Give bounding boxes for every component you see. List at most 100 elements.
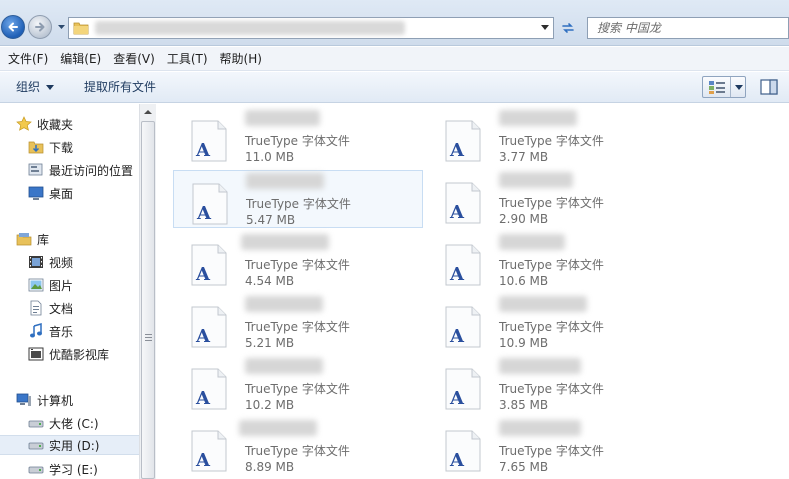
command-toolbar: 组织 提取所有文件 [0, 72, 789, 103]
file-size: 5.47 MB [246, 213, 296, 227]
recent-pages-dropdown-icon[interactable] [57, 22, 66, 31]
file-tile[interactable]: A TrueType 字体文件 10.6 MB [427, 232, 677, 290]
menu-file[interactable]: 文件(F) [2, 48, 54, 70]
truetype-font-file-icon: A [192, 183, 228, 225]
refresh-button[interactable] [557, 17, 579, 39]
file-tile[interactable]: A TrueType 字体文件 3.77 MB [427, 108, 677, 166]
file-name-redacted [239, 420, 317, 436]
sidebar-item-drive-d[interactable]: 实用 (D:) [0, 435, 139, 455]
sidebar-item-documents[interactable]: 文档 [28, 298, 73, 318]
navigation-scrollbar[interactable] [139, 104, 156, 479]
file-tile[interactable]: A TrueType 字体文件 7.65 MB [427, 418, 677, 476]
svg-text:A: A [195, 264, 211, 285]
truetype-font-file-icon: A [445, 182, 481, 224]
file-tile[interactable]: A TrueType 字体文件 4.54 MB [173, 232, 423, 290]
sidebar-item-downloads[interactable]: 下载 [28, 137, 73, 157]
file-type: TrueType 字体文件 [499, 444, 604, 458]
sidebar-item-label: 下载 [49, 140, 74, 155]
truetype-font-file-icon: A [191, 244, 227, 286]
file-tile[interactable]: A TrueType 字体文件 3.85 MB [427, 356, 677, 414]
truetype-font-file-icon: A [445, 430, 481, 472]
scroll-grip-icon [145, 334, 152, 341]
music-icon [30, 323, 42, 338]
svg-text:A: A [449, 450, 465, 471]
sidebar-item-recent-places[interactable]: 最近访问的位置 [28, 160, 133, 180]
svg-text:A: A [196, 203, 212, 224]
folder-icon [73, 22, 89, 35]
menu-help[interactable]: 帮助(H) [214, 48, 268, 70]
file-name-redacted [246, 173, 324, 189]
file-tile[interactable]: A TrueType 字体文件 5.21 MB [173, 294, 423, 352]
search-box[interactable] [587, 17, 789, 39]
star-icon [16, 116, 32, 131]
file-tile[interactable]: A TrueType 字体文件 5.47 MB [173, 170, 423, 228]
view-button-separator [730, 77, 731, 97]
file-size: 7.65 MB [499, 460, 549, 474]
svg-text:A: A [449, 202, 465, 223]
breadcrumb-redacted [95, 21, 405, 35]
truetype-font-file-icon: A [445, 120, 481, 162]
svg-text:A: A [449, 264, 465, 285]
truetype-font-file-icon: A [191, 306, 227, 348]
sidebar-favorites[interactable]: 收藏夹 [16, 114, 73, 134]
sidebar-item-music[interactable]: 音乐 [28, 321, 73, 341]
organize-caret-icon [46, 85, 55, 90]
file-size: 3.85 MB [499, 398, 549, 412]
file-size: 3.77 MB [499, 150, 549, 164]
navigation-pane: 收藏夹 下载 最近访问的位置 桌面 库 视频 图片 文档 音乐 优酷影视库 计算… [0, 104, 139, 479]
sidebar-item-drive-e[interactable]: 学习 (E:) [28, 459, 98, 479]
sidebar-item-pictures[interactable]: 图片 [28, 275, 73, 295]
sidebar-libraries[interactable]: 库 [16, 229, 49, 249]
sidebar-item-drive-c[interactable]: 大佬 (C:) [28, 413, 99, 433]
address-bar-row [0, 0, 789, 46]
file-type: TrueType 字体文件 [245, 382, 350, 396]
file-tile[interactable]: A TrueType 字体文件 11.0 MB [173, 108, 423, 166]
file-name-redacted [499, 420, 581, 436]
file-type: TrueType 字体文件 [499, 320, 604, 334]
computer-icon [16, 393, 31, 406]
video-icon [29, 256, 43, 268]
sidebar-item-desktop[interactable]: 桌面 [28, 183, 73, 203]
file-type: TrueType 字体文件 [246, 197, 351, 211]
sidebar-item-label: 桌面 [49, 186, 74, 201]
file-tile[interactable]: A TrueType 字体文件 10.2 MB [173, 356, 423, 414]
drive-icon [28, 466, 44, 474]
drive-icon [28, 420, 44, 428]
file-tile[interactable]: A TrueType 字体文件 10.9 MB [427, 294, 677, 352]
sidebar-item-videos[interactable]: 视频 [28, 252, 73, 272]
extract-all-button[interactable]: 提取所有文件 [84, 79, 156, 95]
truetype-font-file-icon: A [191, 120, 227, 162]
address-box[interactable] [68, 17, 554, 39]
menu-view[interactable]: 查看(V) [107, 48, 161, 70]
preview-pane-icon[interactable] [760, 79, 778, 95]
file-list: A TrueType 字体文件 11.0 MB A TrueType 字体文件 3.77 … [157, 104, 789, 479]
svg-text:A: A [195, 450, 211, 471]
change-view-button[interactable] [702, 76, 746, 98]
scroll-up-button[interactable] [140, 104, 156, 120]
file-tile[interactable]: A TrueType 字体文件 2.90 MB [427, 170, 677, 228]
sidebar-computer[interactable]: 计算机 [16, 390, 73, 410]
downloads-folder-icon [28, 141, 44, 154]
pictures-icon [28, 278, 44, 292]
sidebar-item-label: 音乐 [49, 324, 74, 339]
sidebar-item-label: 最近访问的位置 [49, 163, 134, 178]
drive-icon [28, 442, 44, 450]
svg-text:A: A [449, 140, 465, 161]
scrollbar-thumb[interactable] [141, 121, 155, 479]
file-name-redacted [241, 234, 329, 250]
file-tile[interactable]: A TrueType 字体文件 8.89 MB [173, 418, 423, 476]
view-dropdown-icon [735, 85, 743, 90]
file-name-redacted [245, 358, 323, 374]
menu-tools[interactable]: 工具(T) [161, 48, 214, 70]
back-button[interactable] [1, 15, 25, 39]
organize-label: 组织 [16, 80, 41, 94]
sidebar-item-label: 实用 (D:) [49, 438, 100, 453]
chevron-down-icon[interactable] [541, 25, 549, 31]
sidebar-item-youku-library[interactable]: 优酷影视库 [28, 344, 109, 364]
file-type: TrueType 字体文件 [499, 196, 604, 210]
menu-edit[interactable]: 编辑(E) [54, 48, 107, 70]
organize-button[interactable]: 组织 [16, 79, 55, 95]
file-name-redacted [499, 234, 565, 250]
forward-button[interactable] [28, 15, 52, 39]
search-input[interactable] [588, 18, 788, 38]
